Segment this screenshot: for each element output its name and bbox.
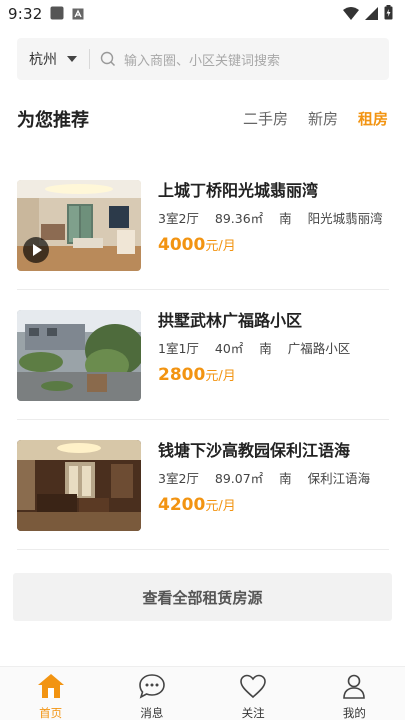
listing-photo xyxy=(17,180,141,271)
listing-orientation: 南 xyxy=(279,211,292,226)
listing-layout: 3室2厅 xyxy=(158,471,199,486)
category-tabs: 二手房 新房 租房 xyxy=(243,108,388,129)
view-all-rentals-button[interactable]: 查看全部租赁房源 xyxy=(13,573,392,621)
search-bar: 杭州 输入商圈、小区关键词搜索 xyxy=(17,38,389,80)
listing-layout: 1室1厅 xyxy=(158,341,199,356)
listing-info: 拱墅武林广福路小区 1室1厅 40㎡ 南 广福路小区 2800元/月 xyxy=(158,310,389,385)
listing-community: 广福路小区 xyxy=(287,341,351,356)
listing-photo xyxy=(17,310,141,401)
tab-second-hand[interactable]: 二手房 xyxy=(243,108,288,129)
listing-info: 钱塘下沙高教园保利江语海 3室2厅 89.07㎡ 南 保利江语海 4200元/月 xyxy=(158,440,389,515)
price-unit: 元/月 xyxy=(205,239,236,254)
listing-community: 阳光城翡丽湾 xyxy=(307,211,383,226)
caret-down-icon xyxy=(67,56,77,62)
tab-messages-label: 消息 xyxy=(140,706,164,720)
person-icon xyxy=(340,673,368,703)
listing-community: 保利江语海 xyxy=(307,471,371,486)
listing-photo xyxy=(17,440,141,531)
tab-follow-label: 关注 xyxy=(241,706,265,720)
cellular-signal-icon xyxy=(365,5,378,24)
listing-info: 上城丁桥阳光城翡丽湾 3室2厅 89.36㎡ 南 阳光城翡丽湾 4000元/月 xyxy=(158,180,389,255)
listing-meta: 3室2厅 89.36㎡ 南 阳光城翡丽湾 xyxy=(158,208,389,227)
listing-layout: 3室2厅 xyxy=(158,211,199,226)
search-icon xyxy=(100,51,116,67)
square-notification-icon xyxy=(50,5,64,24)
video-play-icon[interactable] xyxy=(23,237,49,263)
price-unit: 元/月 xyxy=(205,499,236,514)
listing-orientation: 南 xyxy=(279,471,292,486)
tab-home-label: 首页 xyxy=(39,706,63,720)
listing-meta: 1室1厅 40㎡ 南 广福路小区 xyxy=(158,338,389,357)
tab-messages[interactable]: 消息 xyxy=(101,667,202,720)
listing-title: 拱墅武林广福路小区 xyxy=(158,311,303,330)
listing-orientation: 南 xyxy=(259,341,272,356)
status-time: 9:32 xyxy=(8,5,43,23)
tab-new-home[interactable]: 新房 xyxy=(308,108,338,129)
listing-list: 上城丁桥阳光城翡丽湾 3室2厅 89.36㎡ 南 阳光城翡丽湾 4000元/月 xyxy=(17,160,389,550)
price-value: 2800 xyxy=(158,365,206,385)
listing-area: 89.07㎡ xyxy=(214,471,264,486)
listing-card[interactable]: 拱墅武林广福路小区 1室1厅 40㎡ 南 广福路小区 2800元/月 xyxy=(17,290,389,420)
tab-rental[interactable]: 租房 xyxy=(358,108,388,129)
listing-price: 4200元/月 xyxy=(158,495,389,515)
tab-home[interactable]: 首页 xyxy=(0,667,101,720)
listing-card[interactable]: 上城丁桥阳光城翡丽湾 3室2厅 89.36㎡ 南 阳光城翡丽湾 4000元/月 xyxy=(17,160,389,290)
listing-price: 4000元/月 xyxy=(158,235,389,255)
tab-mine[interactable]: 我的 xyxy=(304,667,405,720)
listing-price: 2800元/月 xyxy=(158,365,389,385)
listing-title: 钱塘下沙高教园保利江语海 xyxy=(158,441,351,460)
listing-meta: 3室2厅 89.07㎡ 南 保利江语海 xyxy=(158,468,389,487)
price-value: 4200 xyxy=(158,495,206,515)
listing-area: 89.36㎡ xyxy=(214,211,264,226)
search-input[interactable]: 输入商圈、小区关键词搜索 xyxy=(124,50,280,69)
city-label: 杭州 xyxy=(29,52,57,68)
battery-icon xyxy=(384,4,393,24)
bottom-tab-bar: 首页 消息 关注 我的 xyxy=(0,666,405,720)
tab-mine-label: 我的 xyxy=(342,706,366,720)
a-box-notification-icon xyxy=(72,5,84,24)
divider xyxy=(89,49,90,69)
wifi-icon xyxy=(343,5,359,24)
message-bubble-icon xyxy=(138,673,166,703)
city-selector[interactable]: 杭州 xyxy=(17,49,89,69)
listing-card[interactable]: 钱塘下沙高教园保利江语海 3室2厅 89.07㎡ 南 保利江语海 4200元/月 xyxy=(17,420,389,550)
section-title: 为您推荐 xyxy=(17,110,89,131)
listing-title: 上城丁桥阳光城翡丽湾 xyxy=(158,181,319,200)
price-value: 4000 xyxy=(158,235,206,255)
price-unit: 元/月 xyxy=(205,369,236,384)
status-bar: 9:32 xyxy=(0,0,405,28)
tab-follow[interactable]: 关注 xyxy=(203,667,304,720)
heart-icon xyxy=(239,673,267,703)
home-icon xyxy=(37,673,65,703)
listing-area: 40㎡ xyxy=(214,341,244,356)
